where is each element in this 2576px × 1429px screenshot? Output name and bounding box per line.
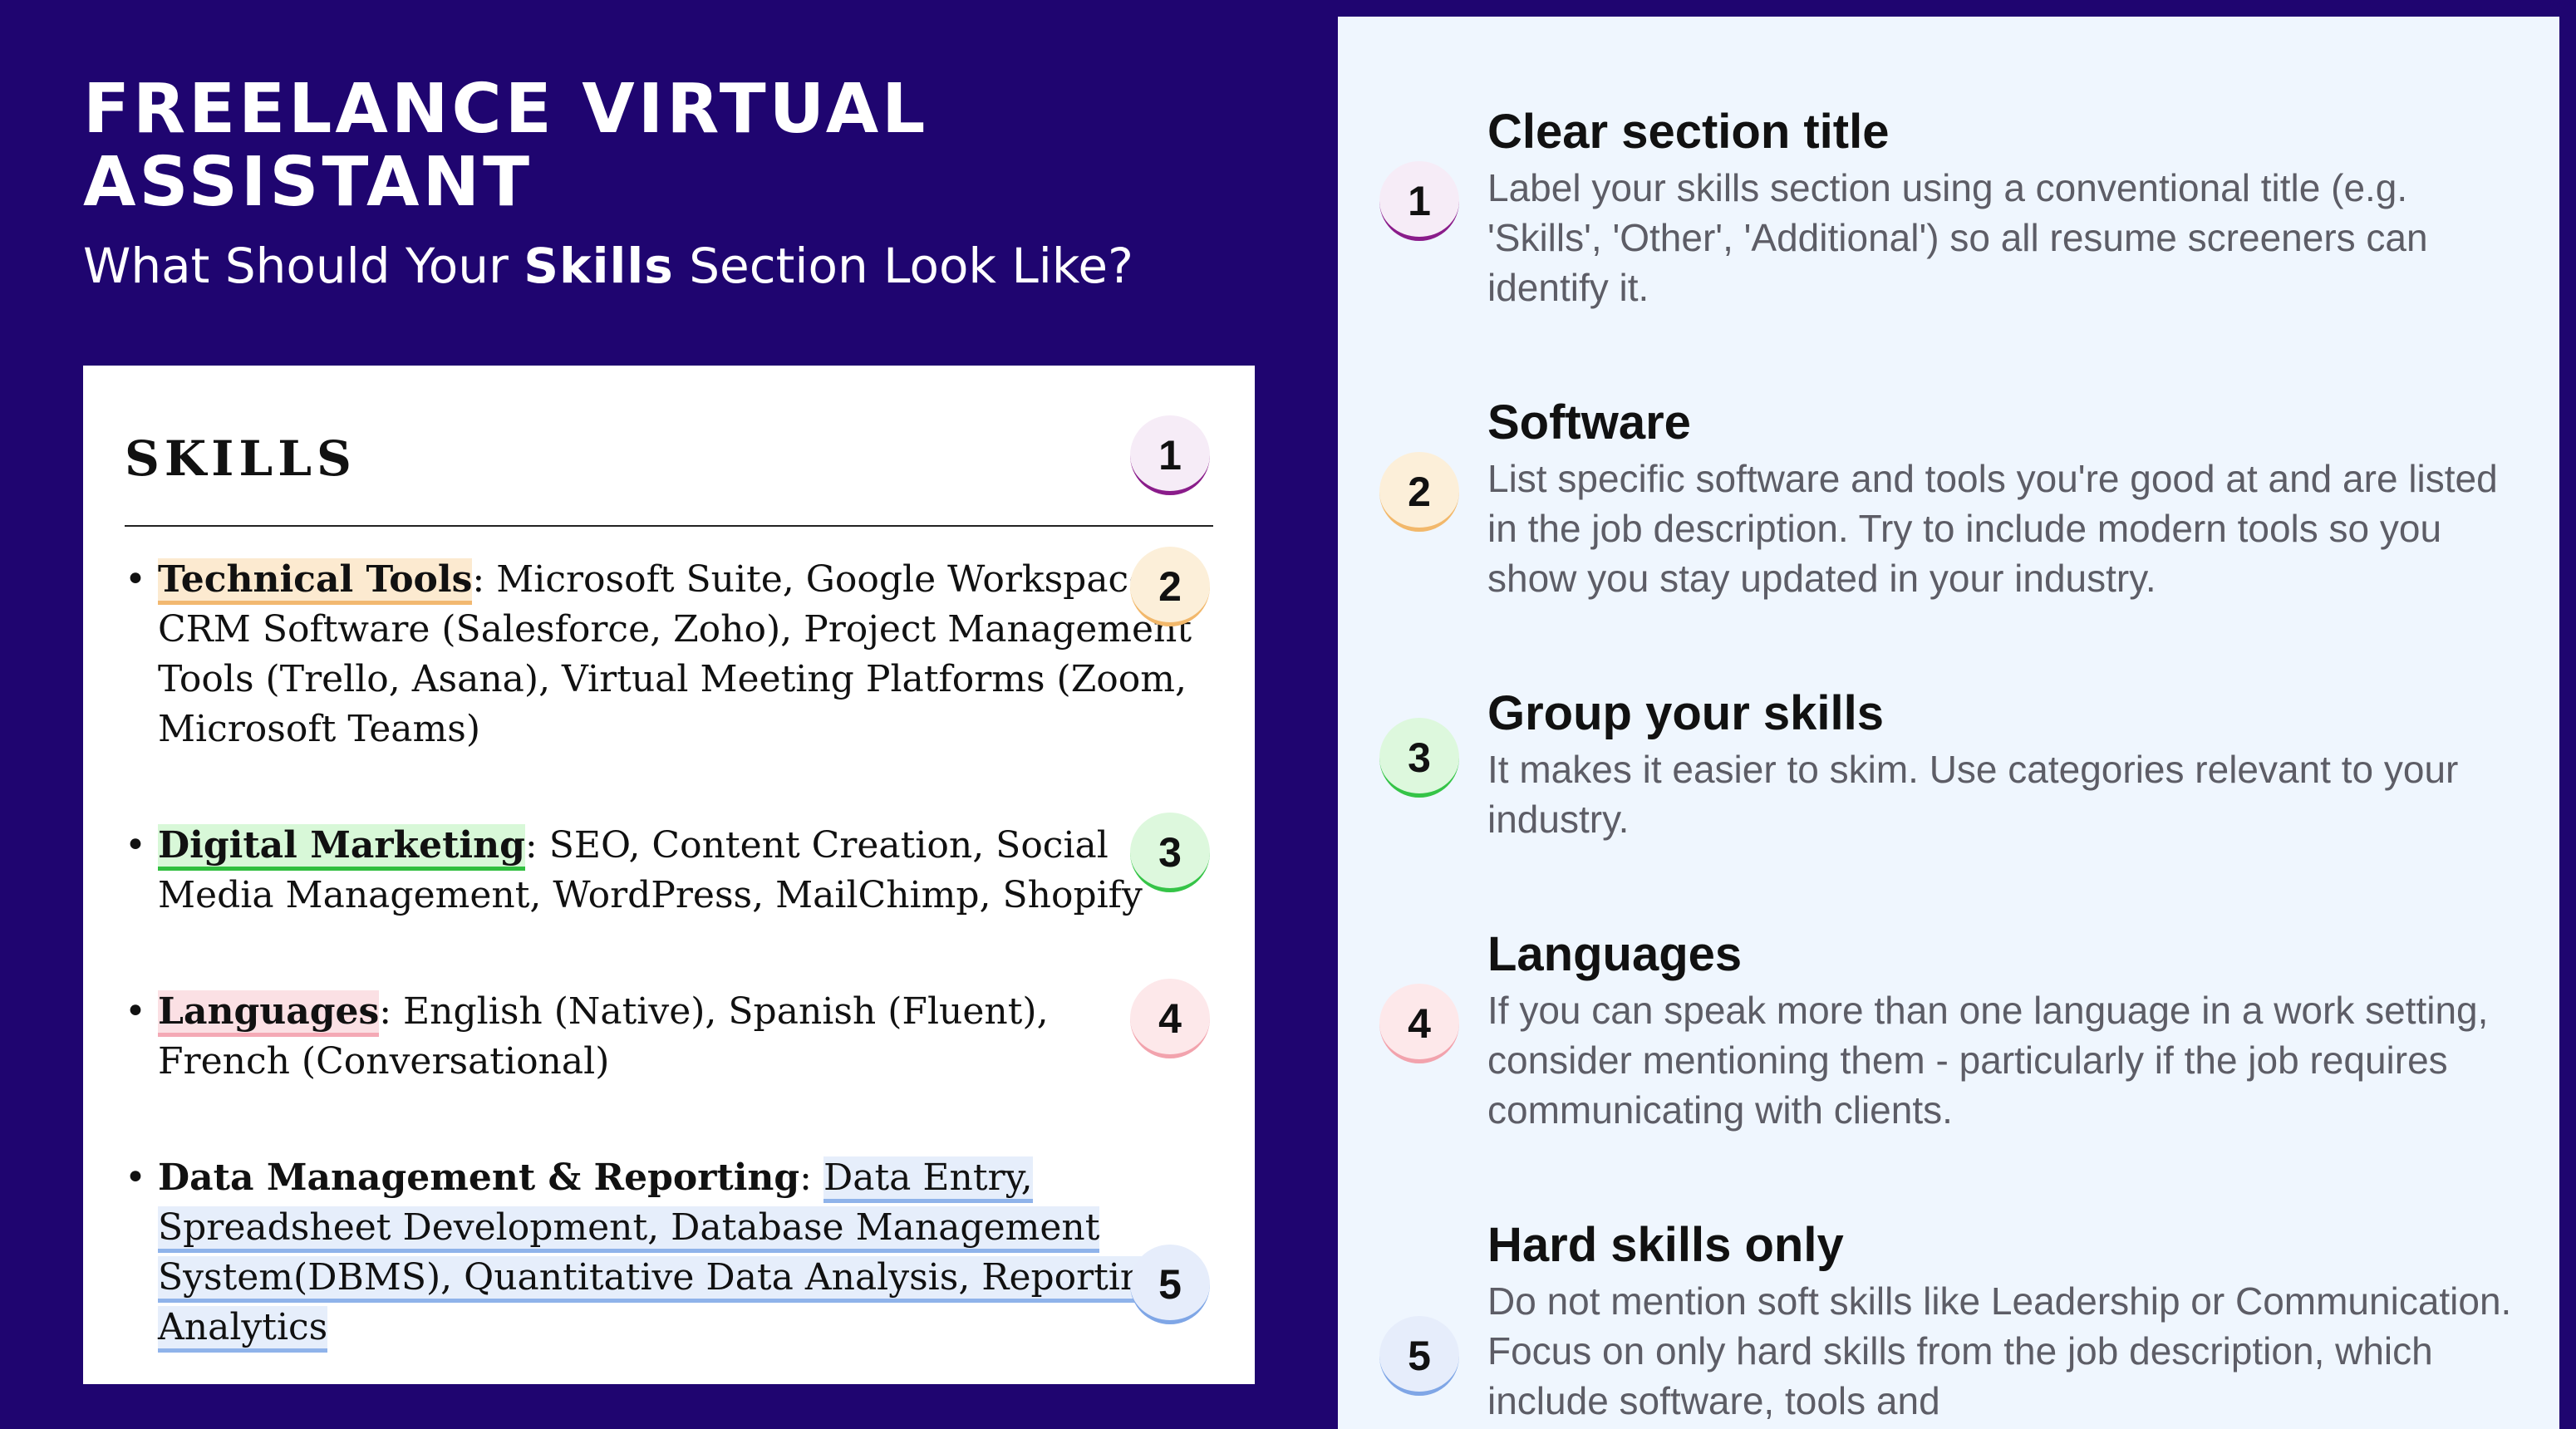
tip-languages: Languages If you can speak more than one…: [1487, 926, 2518, 1135]
skills-section-title: SKILLS: [125, 430, 356, 487]
tip-title: Group your skills: [1487, 686, 1884, 740]
tip-badge-1: 1: [1379, 161, 1459, 241]
badge-4: 4: [1130, 979, 1210, 1058]
tip-body: Do not mention soft skills like Leadersh…: [1487, 1279, 2512, 1422]
tip-badge-2: 2: [1379, 452, 1459, 532]
tip-body: It makes it easier to skim. Use categori…: [1487, 748, 2459, 841]
tip-badge-4: 4: [1379, 984, 1459, 1063]
skills-list: Technical Tools: Microsoft Suite, Google…: [125, 555, 1205, 1353]
section-divider: [125, 525, 1213, 527]
resume-skills-card: SKILLS Technical Tools: Microsoft Suite,…: [83, 366, 1255, 1384]
subtitle-end: Section Look Like?: [673, 238, 1133, 294]
badge-2: 2: [1130, 547, 1210, 626]
tip-body: List specific software and tools you're …: [1487, 457, 2498, 600]
tip-title: Clear section title: [1487, 105, 1890, 159]
tip-hard-skills-only: Hard skills only Do not mention soft ski…: [1487, 1216, 2518, 1426]
badge-3: 3: [1130, 813, 1210, 892]
tip-title: Software: [1487, 395, 1691, 449]
skill-category: Technical Tools: [158, 558, 473, 605]
tips-panel: 1 Clear section title Label your skills …: [1338, 17, 2559, 1429]
tip-title: Languages: [1487, 927, 1743, 981]
skill-item-data-management: Data Management & Reporting: Data Entry,…: [125, 1153, 1180, 1353]
skill-category: Data Management & Reporting: [158, 1156, 800, 1199]
page-subtitle: What Should Your Skills Section Look Lik…: [83, 237, 1133, 295]
badge-5: 5: [1130, 1245, 1210, 1324]
skill-separator: :: [799, 1156, 823, 1199]
skill-item-technical-tools: Technical Tools: Microsoft Suite, Google…: [125, 555, 1205, 754]
tip-group-your-skills: Group your skills It makes it easier to …: [1487, 685, 2518, 844]
page-title: FREELANCE VIRTUAL ASSISTANT: [83, 70, 929, 222]
left-panel: FREELANCE VIRTUAL ASSISTANT What Should …: [0, 0, 1338, 1416]
skill-category: Languages: [158, 990, 380, 1037]
skill-category: Digital Marketing: [158, 824, 525, 871]
subtitle-start: What Should Your: [83, 238, 524, 294]
tip-clear-section-title: Clear section title Label your skills se…: [1487, 103, 2518, 312]
badge-1: 1: [1130, 415, 1210, 495]
skill-item-languages: Languages: English (Native), Spanish (Fl…: [125, 987, 1113, 1087]
skill-item-digital-marketing: Digital Marketing: SEO, Content Creation…: [125, 821, 1180, 921]
tip-body: If you can speak more than one language …: [1487, 989, 2489, 1132]
tip-body: Label your skills section using a conven…: [1487, 166, 2428, 309]
tip-software: Software List specific software and tool…: [1487, 394, 2518, 603]
subtitle-emphasis: Skills: [524, 238, 674, 294]
tip-badge-5: 5: [1379, 1316, 1459, 1396]
tip-title: Hard skills only: [1487, 1218, 1844, 1272]
tip-badge-3: 3: [1379, 718, 1459, 798]
